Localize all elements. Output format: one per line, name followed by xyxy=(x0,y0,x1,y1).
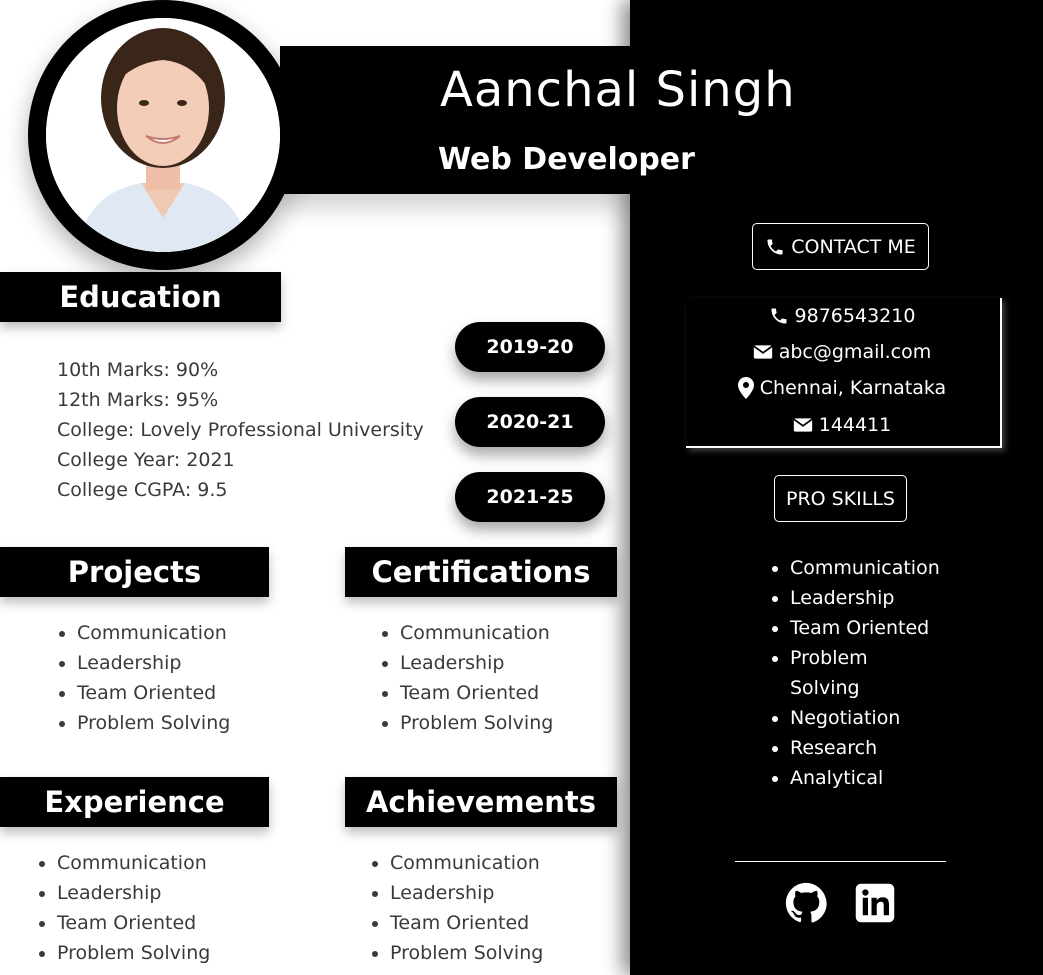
projects-heading: Projects xyxy=(0,547,269,597)
education-heading: Education xyxy=(0,272,281,322)
education-item: College Year: 2021 xyxy=(57,449,235,471)
list-item: Team Oriented xyxy=(77,678,230,708)
contact-me-button[interactable]: CONTACT ME xyxy=(752,223,929,270)
list-item: Communication xyxy=(390,848,543,878)
phone-icon xyxy=(769,306,789,326)
experience-list: Communication Leadership Team Oriented P… xyxy=(37,848,210,968)
list-item: Problem Solving xyxy=(57,938,210,968)
skill-item: Negotiation xyxy=(790,703,950,733)
pro-skills-button[interactable]: PRO SKILLS xyxy=(774,475,907,522)
education-item: 12th Marks: 95% xyxy=(57,389,219,411)
year-badge: 2019-20 xyxy=(455,322,605,372)
education-item: College: Lovely Professional University xyxy=(57,419,424,441)
list-item: Communication xyxy=(57,848,210,878)
phone-number: 9876543210 xyxy=(794,305,916,327)
experience-heading: Experience xyxy=(0,777,269,827)
achievements-list: Communication Leadership Team Oriented P… xyxy=(370,848,543,968)
avatar xyxy=(28,0,298,270)
contact-email: abc@gmail.com xyxy=(686,337,998,367)
divider xyxy=(735,861,946,862)
list-item: Communication xyxy=(400,618,553,648)
list-item: Leadership xyxy=(390,878,543,908)
list-item: Team Oriented xyxy=(57,908,210,938)
education-item: 10th Marks: 90% xyxy=(57,359,219,381)
list-item: Leadership xyxy=(57,878,210,908)
certifications-list: Communication Leadership Team Oriented P… xyxy=(380,618,553,738)
contact-phone: 9876543210 xyxy=(686,301,998,331)
pin-code: 144411 xyxy=(818,414,892,436)
skill-item: Research xyxy=(790,733,950,763)
list-item: Problem Solving xyxy=(77,708,230,738)
phone-icon xyxy=(765,237,785,257)
list-item: Team Oriented xyxy=(400,678,553,708)
list-item: Communication xyxy=(77,618,230,648)
skill-item: Analytical xyxy=(790,763,950,793)
skill-item: Communication xyxy=(790,553,950,583)
contact-pin: 144411 xyxy=(686,410,998,440)
github-icon[interactable] xyxy=(785,882,827,924)
education-list: 10th Marks: 90% 12th Marks: 95% College:… xyxy=(57,355,424,505)
achievements-heading: Achievements xyxy=(345,777,617,827)
list-item: Problem Solving xyxy=(400,708,553,738)
map-pin-icon xyxy=(737,377,754,399)
email-address: abc@gmail.com xyxy=(778,341,932,363)
contact-location: Chennai, Karnataka xyxy=(686,373,998,403)
linkedin-icon[interactable] xyxy=(854,882,896,924)
contact-me-label: CONTACT ME xyxy=(791,235,916,258)
skills-list: Communication Leadership Team Oriented P… xyxy=(770,553,950,793)
profile-role: Web Developer xyxy=(438,142,695,177)
skill-item: Team Oriented xyxy=(790,613,950,643)
certifications-heading: Certifications xyxy=(345,547,617,597)
list-item: Leadership xyxy=(77,648,230,678)
education-item: College CGPA: 9.5 xyxy=(57,479,228,501)
skill-item: Problem Solving xyxy=(790,643,870,703)
profile-photo xyxy=(46,18,280,252)
envelope-icon xyxy=(793,417,813,433)
list-item: Team Oriented xyxy=(390,908,543,938)
list-item: Leadership xyxy=(400,648,553,678)
projects-list: Communication Leadership Team Oriented P… xyxy=(57,618,230,738)
year-badge: 2020-21 xyxy=(455,397,605,447)
list-item: Problem Solving xyxy=(390,938,543,968)
profile-name: Aanchal Singh xyxy=(440,62,796,118)
envelope-icon xyxy=(753,344,773,360)
location-text: Chennai, Karnataka xyxy=(759,377,947,399)
skill-item: Leadership xyxy=(790,583,950,613)
year-badge: 2021-25 xyxy=(455,472,605,522)
